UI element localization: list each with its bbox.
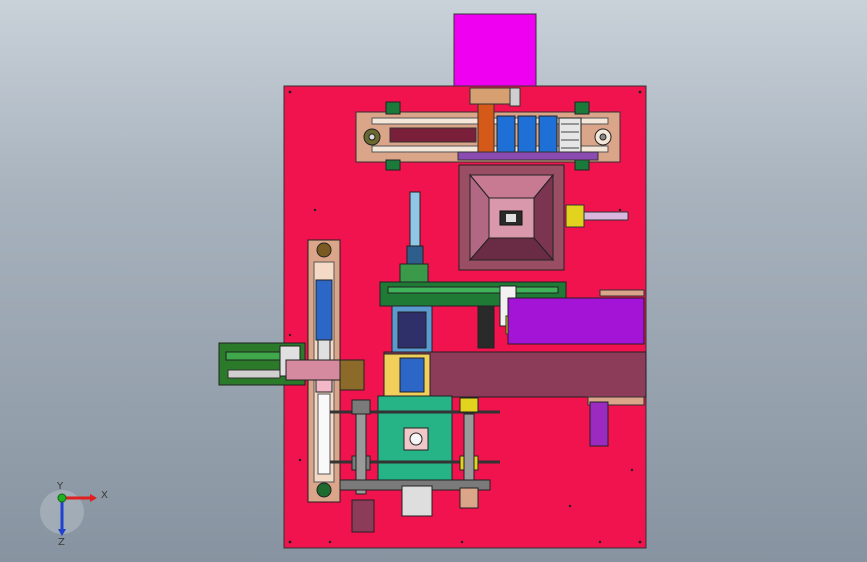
assembly-drawing: X Y Z	[40, 13, 647, 549]
purple-cylinder[interactable]	[589, 401, 609, 447]
coordinate-triad: X Y Z	[40, 481, 108, 548]
x-axis-label: X	[101, 490, 108, 501]
y-axis-label: Y	[56, 481, 64, 492]
cad-viewport[interactable]: X Y Z	[0, 0, 867, 562]
purple-block[interactable]	[507, 289, 645, 345]
top-magenta-block[interactable]	[453, 13, 537, 89]
y-axis-dot	[57, 493, 67, 503]
z-axis-label: Z	[58, 537, 65, 548]
